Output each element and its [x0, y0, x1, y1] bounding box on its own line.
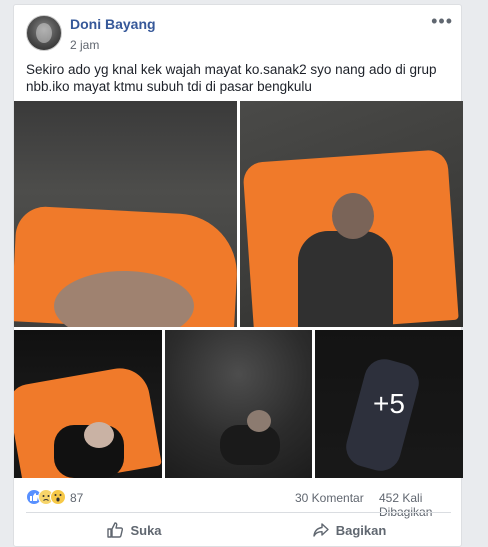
- post-card: Doni Bayang 2 jam ••• Sekiro ado yg knal…: [13, 4, 463, 547]
- photo-4[interactable]: [165, 330, 312, 478]
- post-text: Sekiro ado yg knal kek wajah mayat ko.sa…: [26, 62, 437, 94]
- thumbs-up-icon: [107, 522, 124, 538]
- avatar-face: [36, 23, 52, 43]
- like-button[interactable]: Suka: [74, 517, 194, 543]
- share-button-label: Bagikan: [335, 522, 387, 538]
- photo-grid: +5: [14, 101, 463, 478]
- post-timestamp[interactable]: 2 jam: [70, 38, 99, 52]
- body-shape: [220, 425, 280, 465]
- photo-5[interactable]: +5: [315, 330, 463, 478]
- post-stats: 87 30 Komentar 452 Kali Dibagikan: [26, 489, 451, 519]
- photo-3[interactable]: [14, 330, 162, 478]
- share-button[interactable]: Bagikan: [279, 517, 419, 543]
- like-button-label: Suka: [130, 522, 162, 538]
- photo-2[interactable]: [240, 101, 463, 327]
- more-options-icon[interactable]: •••: [431, 11, 453, 32]
- action-bar: Suka Bagikan: [14, 513, 463, 547]
- comment-count-link[interactable]: 30 Komentar: [295, 491, 364, 505]
- face-shape: [247, 410, 271, 432]
- face-shape: [84, 422, 114, 448]
- avatar[interactable]: [26, 15, 62, 51]
- more-photos-overlay[interactable]: +5: [315, 330, 463, 478]
- reaction-count: 87: [70, 491, 84, 505]
- author-name[interactable]: Doni Bayang: [70, 16, 156, 32]
- wow-icon: [50, 489, 66, 505]
- more-photos-count: +5: [373, 388, 405, 419]
- photo-1[interactable]: [14, 101, 237, 327]
- share-arrow-icon: [313, 523, 329, 537]
- body-shape: [298, 231, 393, 327]
- face-shape: [332, 193, 374, 239]
